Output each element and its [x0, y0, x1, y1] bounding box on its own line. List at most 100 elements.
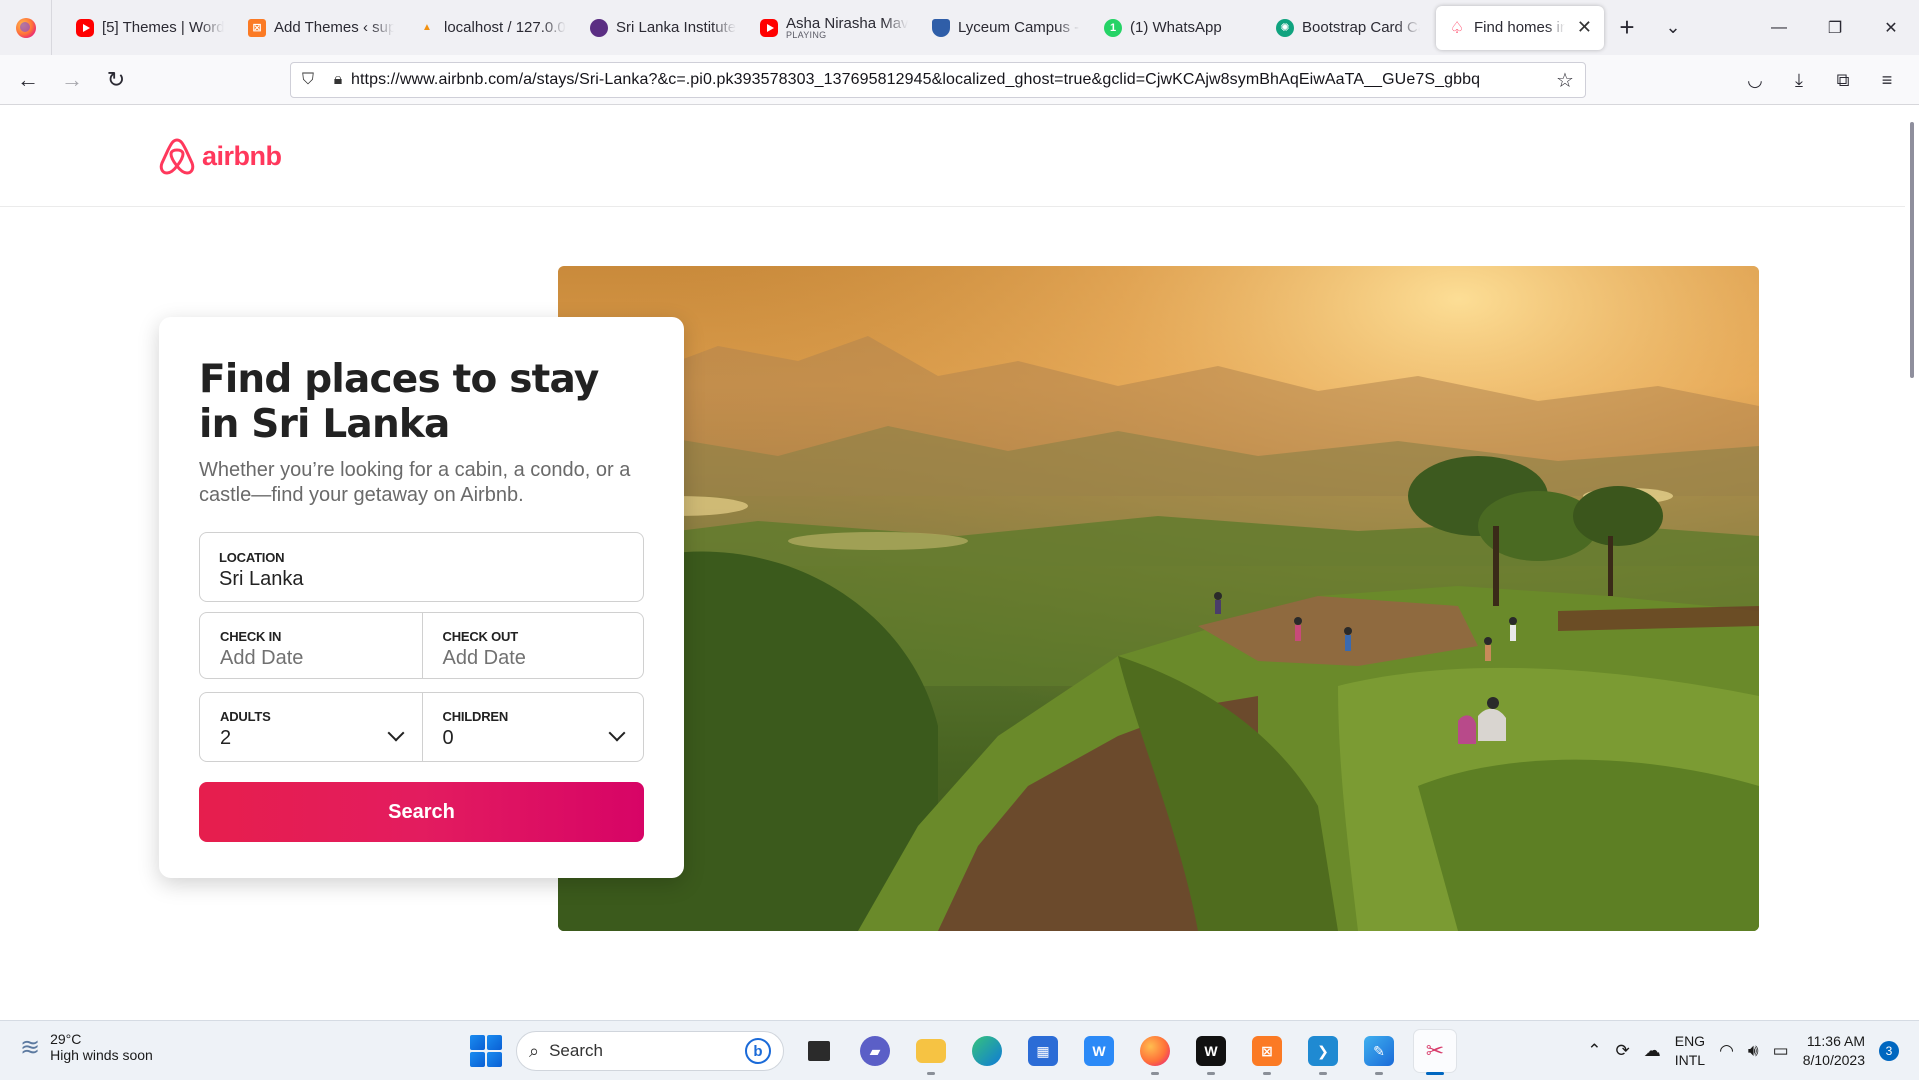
browser-tab[interactable]: [5] Themes | WordPress: [64, 6, 236, 50]
battery-icon[interactable]: ▭: [1773, 1041, 1789, 1061]
address-bar[interactable]: ⛉ 🔒︎ https://www.airbnb.com/a/stays/Sri-…: [290, 62, 1586, 98]
hamburger-menu-icon[interactable]: ≡: [1865, 70, 1909, 91]
browser-tab[interactable]: Asha Nirasha Mav PLAYING: [748, 6, 920, 50]
window-controls: — ❐ ✕: [1751, 0, 1919, 55]
bing-icon[interactable]: b: [745, 1038, 771, 1064]
forward-arrow-icon[interactable]: →: [50, 62, 94, 98]
notification-badge[interactable]: 3: [1879, 1041, 1899, 1061]
airbnb-icon: ♤: [1449, 19, 1465, 37]
taskbar-search-box[interactable]: ⌕ Search b: [516, 1031, 784, 1071]
children-value[interactable]: 0: [443, 727, 624, 750]
volume-icon[interactable]: 🔊︎: [1748, 1041, 1759, 1061]
wind-icon: ≋: [20, 1033, 41, 1061]
whatsapp-icon: 1: [1104, 18, 1122, 37]
location-label: LOCATION: [219, 550, 285, 565]
wifi-icon[interactable]: ◠: [1719, 1041, 1734, 1061]
browser-tab-active[interactable]: ♤ Find homes in ✕: [1436, 5, 1604, 50]
location-value[interactable]: Sri Lanka: [219, 568, 624, 591]
taskbar-search-placeholder: Search: [549, 1041, 603, 1060]
onedrive-offline-icon[interactable]: ☁: [1644, 1041, 1661, 1061]
web-page: airbnb Find places to stay in Sri Lanka …: [0, 106, 1905, 1020]
browser-tab[interactable]: ⊠ Add Themes ‹ support: [236, 6, 406, 50]
snipping-tool-icon[interactable]: ✂: [1414, 1030, 1456, 1075]
site-header: airbnb: [0, 106, 1905, 207]
checkout-label: CHECK OUT: [442, 629, 519, 644]
lang-bottom: INTL: [1674, 1052, 1706, 1068]
checkout-placeholder[interactable]: Add Date: [443, 647, 624, 670]
list-all-tabs-button[interactable]: ⌄: [1650, 6, 1696, 50]
input-language[interactable]: ENG INTL: [1675, 1032, 1705, 1070]
restore-icon[interactable]: ❐: [1807, 0, 1863, 55]
tab-title: [5] Themes | WordPress: [102, 19, 224, 36]
file-explorer-icon[interactable]: [910, 1030, 952, 1075]
youtube-icon: [76, 18, 94, 37]
weather-text: 29°C High winds soon: [50, 1031, 153, 1063]
windows-start-icon[interactable]: [470, 1035, 502, 1067]
tab-title: (1) WhatsApp: [1130, 19, 1222, 36]
clock[interactable]: 11:36 AM 8/10/2023: [1803, 1032, 1865, 1070]
paint-icon[interactable]: ✎: [1358, 1030, 1400, 1075]
clock-date: 8/10/2023: [1802, 1052, 1865, 1068]
browser-tab[interactable]: Lyceum Campus -: [920, 6, 1092, 50]
toolbar-right: ◡ ⤓ ⧉ ≡: [1733, 55, 1909, 105]
xampp-taskbar-icon[interactable]: ⊠: [1246, 1030, 1288, 1075]
close-window-icon[interactable]: ✕: [1863, 0, 1919, 55]
firefox-taskbar-icon[interactable]: [1134, 1030, 1176, 1075]
checkin-placeholder[interactable]: Add Date: [220, 647, 402, 670]
tab-strip: [5] Themes | WordPress ⊠ Add Themes ‹ su…: [0, 0, 1919, 55]
weather-temp: 29°C: [50, 1031, 82, 1047]
search-button[interactable]: Search: [199, 782, 644, 842]
tab-title: Lyceum Campus -: [958, 19, 1080, 36]
microsoft-store-icon[interactable]: ▦: [1022, 1030, 1064, 1072]
firefox-icon: [15, 17, 36, 38]
word-online-icon[interactable]: W: [1078, 1030, 1120, 1072]
checkout-field[interactable]: CHECK OUT Add Date: [421, 613, 644, 678]
extensions-icon[interactable]: ⧉: [1821, 70, 1865, 91]
minimize-icon[interactable]: —: [1751, 0, 1807, 55]
close-tab-icon[interactable]: ✕: [1577, 17, 1592, 38]
edge-icon[interactable]: [966, 1030, 1008, 1072]
pocket-icon[interactable]: ◡: [1733, 70, 1777, 91]
task-view-icon[interactable]: [798, 1030, 840, 1072]
chevron-up-icon[interactable]: ⌃: [1587, 1041, 1601, 1061]
sync-icon[interactable]: ⟳: [1615, 1041, 1629, 1061]
search-icon: ⌕: [529, 1040, 540, 1061]
scrollbar-thumb[interactable]: [1910, 122, 1914, 378]
weather-desc: High winds soon: [50, 1047, 153, 1063]
reload-icon[interactable]: ↻: [94, 62, 138, 98]
brand-wordmark: airbnb: [202, 140, 282, 171]
url-text[interactable]: https://www.airbnb.com/a/stays/Sri-Lanka…: [351, 71, 1545, 89]
lock-icon[interactable]: 🔒︎: [325, 71, 351, 89]
teams-chat-icon[interactable]: ▰: [854, 1030, 896, 1072]
wavepad-icon[interactable]: W: [1190, 1030, 1232, 1075]
phpmyadmin-icon: ▲: [422, 22, 432, 33]
new-tab-button[interactable]: +: [1604, 6, 1650, 50]
children-select[interactable]: CHILDREN 0: [421, 693, 644, 761]
guests-field: ADULTS 2 CHILDREN 0: [199, 692, 644, 762]
hero-image: [558, 266, 1759, 931]
back-arrow-icon[interactable]: ←: [6, 62, 50, 98]
browser-tab[interactable]: ▲ localhost / 127.0.0.1: [406, 6, 578, 50]
taskbar-apps: ⌕ Search b ▰ ▦ W W ⊠ ❯ ✎ ✂: [470, 1029, 1456, 1075]
sli-icon: [590, 18, 608, 37]
tab-title: localhost / 127.0.0.1: [444, 19, 566, 36]
adults-value[interactable]: 2: [220, 727, 402, 750]
weather-widget[interactable]: ≋ 29°C High winds soon: [20, 1031, 153, 1063]
location-field[interactable]: LOCATION Sri Lanka: [199, 532, 644, 602]
tracking-protection-shield-icon[interactable]: ⛉: [291, 71, 325, 89]
browser-tab[interactable]: 1 (1) WhatsApp: [1092, 6, 1264, 50]
lang-top: ENG: [1674, 1033, 1706, 1049]
checkin-field[interactable]: CHECK IN Add Date: [200, 613, 422, 678]
downloads-icon[interactable]: ⤓: [1777, 70, 1821, 91]
bookmark-star-icon[interactable]: ☆: [1545, 68, 1585, 93]
browser-tab[interactable]: Sri Lanka Institute: [578, 6, 748, 50]
vscode-icon[interactable]: ❯: [1302, 1030, 1344, 1075]
browser-tab[interactable]: ✺ Bootstrap Card Ca: [1264, 6, 1432, 50]
airbnb-logo[interactable]: airbnb: [158, 136, 282, 176]
firefox-view-button[interactable]: [0, 0, 52, 55]
page-scrollbar[interactable]: [1905, 106, 1919, 1020]
adults-select[interactable]: ADULTS 2: [200, 693, 422, 761]
airbnb-belo-icon: [159, 138, 195, 175]
search-card: Find places to stay in Sri Lanka Whether…: [159, 317, 684, 878]
tab-title: Sri Lanka Institute: [616, 19, 736, 36]
